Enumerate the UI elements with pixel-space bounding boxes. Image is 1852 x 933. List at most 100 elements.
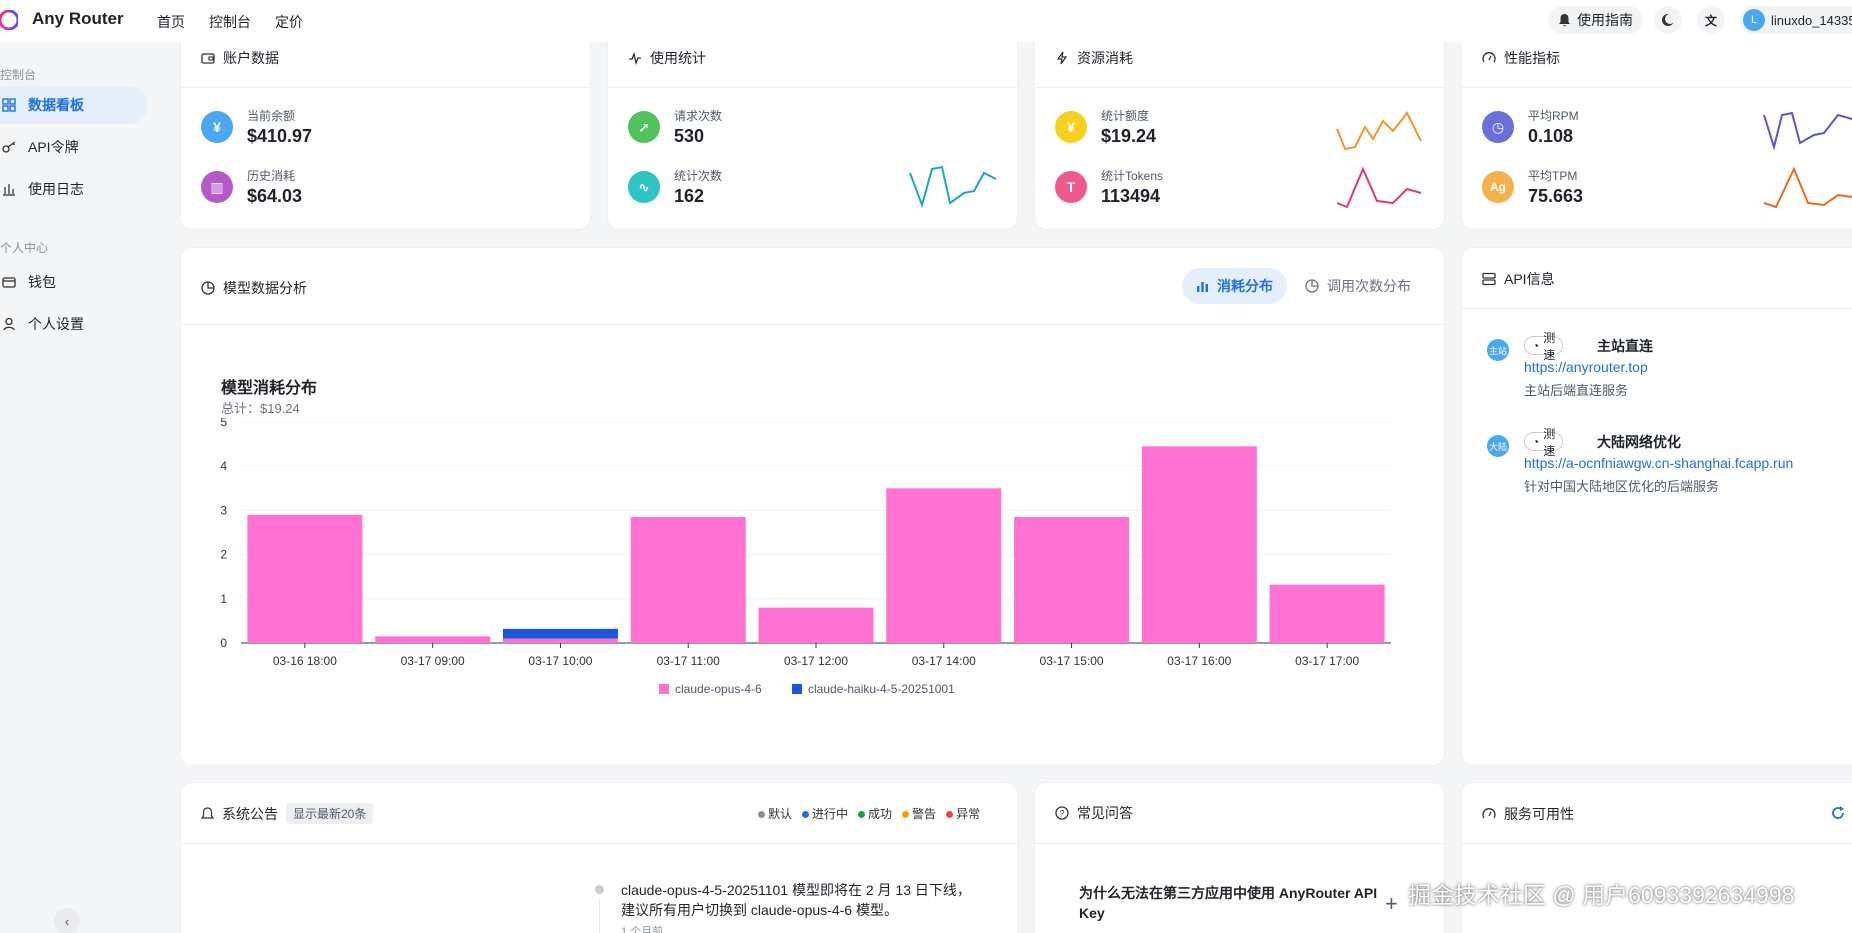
coin-icon: ¥	[1055, 111, 1087, 143]
legend-in-progress: 进行中	[802, 805, 848, 822]
resource-card: 资源消耗 ¥ 统计额度 $19.24 T 统计Tokens 113494	[1034, 30, 1445, 230]
tab-call-count-distribution[interactable]: 调用次数分布	[1291, 268, 1425, 304]
bell-icon	[1559, 14, 1570, 27]
sidebar: 控制台 数据看板 API令牌 使用日志 个人中心 钱包 个人设置 ‹	[0, 42, 160, 933]
nav-home[interactable]: 首页	[157, 12, 185, 32]
avatar: L	[1743, 9, 1765, 31]
sidebar-item-label: 钱包	[28, 274, 56, 290]
theme-toggle-button[interactable]	[1654, 6, 1682, 34]
announcement-item: claude-opus-4-5-20251101 模型即将在 2 月 13 日下…	[621, 880, 971, 933]
card-header: 资源消耗	[1055, 48, 1133, 68]
card-header: 模型数据分析	[201, 278, 307, 298]
stat-count: ∿ 统计次数 162	[628, 167, 722, 207]
sidebar-item-label: API令牌	[28, 139, 79, 155]
performance-card: 性能指标 ◷ 平均RPM 0.108 Ag 平均TPM 75.663	[1461, 30, 1852, 230]
watermark: 掘金技术社区 @ 用户6093392634998	[1408, 882, 1795, 908]
sidebar-section-personal: 个人中心	[0, 241, 49, 255]
stat-label: 统计Tokens	[1101, 169, 1164, 183]
bell-icon	[201, 806, 214, 819]
bar-claude-opus-4-6	[758, 607, 874, 643]
sidebar-item-wallet[interactable]: 钱包	[0, 263, 148, 301]
sidebar-item-api-token[interactable]: API令牌	[0, 128, 148, 166]
chart-subtitle: 总计：$19.24	[221, 401, 300, 416]
tab-cost-distribution[interactable]: 消耗分布	[1182, 268, 1287, 304]
card-title: API信息	[1504, 271, 1555, 287]
app-title[interactable]: Any Router	[32, 9, 124, 29]
legend-error: 异常	[946, 805, 980, 822]
speed-test-button[interactable]: ◔ 测速	[1524, 331, 1564, 362]
refresh-icon[interactable]	[1830, 805, 1846, 821]
send-icon: ➚	[628, 111, 660, 143]
nav-console[interactable]: 控制台	[209, 12, 251, 32]
x-tick-label: 03-17 17:00	[1295, 654, 1359, 668]
card-title: 使用统计	[650, 50, 706, 66]
cost-distribution-chart: 0 1 2 3 4 5 03-16 18:00 03-17 09:00 03-17 10:00 0…	[220, 418, 1391, 696]
coin-icon: ¥	[201, 111, 233, 143]
lightning-icon	[1056, 51, 1068, 65]
nav-pricing[interactable]: 定价	[275, 12, 303, 32]
y-tick-label: 1	[220, 592, 227, 606]
top-nav: 首页 控制台 定价	[157, 12, 303, 32]
user-name: linuxdo_14335	[1771, 12, 1852, 28]
text-icon: T	[1055, 171, 1087, 203]
sparkline	[1763, 111, 1852, 151]
moon-icon	[1662, 14, 1675, 26]
language-button[interactable]: 文	[1697, 6, 1725, 34]
stat-value: $19.24	[1101, 126, 1157, 146]
user-menu[interactable]: L linuxdo_14335	[1740, 6, 1852, 34]
gauge-icon	[1482, 52, 1496, 63]
sidebar-item-usage-log[interactable]: 使用日志	[0, 170, 148, 208]
sparkline	[1336, 111, 1422, 151]
key-icon	[2, 141, 16, 153]
stat-rpm: ◷ 平均RPM 0.108	[1482, 107, 1579, 147]
card-header: API信息	[1482, 269, 1555, 289]
stat-tokens: T 统计Tokens 113494	[1055, 167, 1163, 207]
legend-swatch	[659, 684, 669, 694]
stat-value: 75.663	[1528, 186, 1584, 206]
api-description: 主站后端直连服务	[1524, 383, 1629, 398]
sidebar-collapse-button[interactable]: ‹	[54, 908, 80, 933]
stat-tpm: Ag 平均TPM 75.663	[1482, 167, 1583, 207]
x-tick-label: 03-17 12:00	[784, 654, 848, 668]
divider	[1462, 87, 1852, 88]
legend-warning: 警告	[902, 805, 936, 822]
stat-label: 历史消耗	[247, 169, 296, 183]
gauge-icon	[1482, 808, 1496, 819]
expand-icon[interactable]: +	[1385, 891, 1398, 917]
api-url-link[interactable]: https://anyrouter.top	[1524, 359, 1648, 375]
dashboard-icon	[2, 98, 16, 112]
legend-swatch	[792, 684, 802, 694]
api-url-link[interactable]: https://a-ocnfniawgw.cn-shanghai.fcapp.r…	[1524, 455, 1793, 471]
announcement-text: 建议所有用户切换到 claude-opus-4-6 模型。	[621, 902, 898, 918]
divider	[1462, 843, 1852, 844]
divider	[181, 87, 590, 88]
server-icon	[1482, 272, 1496, 286]
wallet-icon	[201, 53, 215, 64]
card-title: 账户数据	[223, 50, 279, 66]
bar-claude-opus-4-6	[1014, 517, 1130, 643]
api-badge: 主站	[1487, 339, 1509, 361]
account-card: 账户数据 ¥ 当前余额 $410.97 ▥ 历史消耗 $64.03	[180, 30, 591, 230]
card-header: 系统公告 显示最新20条	[201, 803, 374, 824]
divider	[1035, 843, 1444, 844]
faq-question[interactable]: 为什么无法在第三方应用中使用 AnyRouter API Key	[1079, 883, 1399, 923]
stat-history-cost: ▥ 历史消耗 $64.03	[201, 167, 302, 207]
card-header: 账户数据	[201, 48, 279, 68]
legend-default: 默认	[758, 805, 792, 822]
chart-title: 模型消耗分布	[221, 380, 318, 397]
top-header: Any Router 首页 控制台 定价 使用指南 文 L linuxdo_14…	[0, 0, 1852, 42]
bar-claude-opus-4-6	[502, 638, 618, 643]
availability-card: 服务可用性	[1461, 782, 1852, 933]
guide-button[interactable]: 使用指南	[1548, 6, 1643, 34]
y-tick-label: 5	[220, 418, 227, 429]
bar-claude-opus-4-6	[630, 517, 746, 643]
divider	[1035, 87, 1444, 88]
sidebar-item-dashboard[interactable]: 数据看板	[0, 86, 148, 124]
stat-label: 请求次数	[674, 109, 723, 123]
sidebar-item-settings[interactable]: 个人设置	[0, 305, 148, 343]
speed-test-button[interactable]: ◔ 测速	[1524, 427, 1564, 458]
y-tick-label: 0	[220, 636, 227, 650]
app-logo-icon[interactable]	[0, 10, 18, 30]
svg-text:?: ?	[1059, 809, 1064, 819]
stat-requests: ➚ 请求次数 530	[628, 107, 722, 147]
